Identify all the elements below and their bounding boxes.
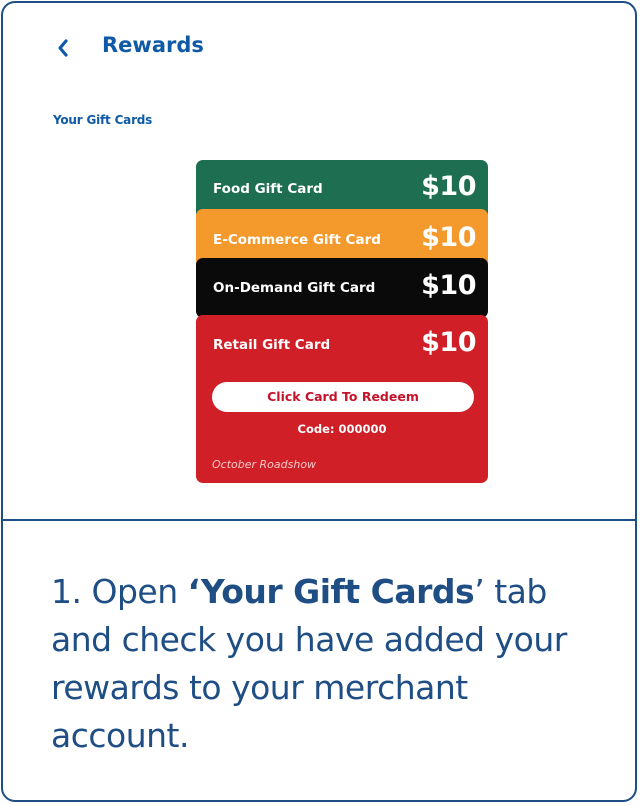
instruction-prefix: 1. Open	[51, 572, 188, 611]
card-name: Food Gift Card	[213, 181, 323, 197]
on-demand-gift-card[interactable]: On-Demand Gift Card $10	[196, 258, 488, 318]
card-name: On-Demand Gift Card	[213, 280, 376, 296]
section-divider	[3, 519, 635, 521]
quote-close: ’	[474, 572, 485, 611]
card-value: $10	[421, 171, 476, 202]
card-name: Retail Gift Card	[213, 337, 331, 353]
card-value: $10	[421, 222, 476, 253]
quote-open: ‘	[187, 572, 202, 611]
instruction-text: 1. Open ‘Your Gift Cards’ tab and check …	[51, 568, 611, 760]
card-value: $10	[421, 270, 476, 301]
redeem-button[interactable]: Click Card To Redeem	[212, 382, 474, 412]
app-header: Rewards	[3, 3, 635, 103]
instruction-highlight: Your Gift Cards	[200, 572, 475, 611]
card-name: E-Commerce Gift Card	[213, 232, 381, 248]
page-title: Rewards	[102, 33, 204, 57]
retail-gift-card[interactable]: Retail Gift Card $10 Click Card To Redee…	[196, 315, 488, 483]
campaign-label: October Roadshow	[212, 458, 317, 471]
redeem-code: Code: 000000	[297, 422, 387, 436]
chevron-left-icon[interactable]	[52, 33, 76, 63]
tutorial-frame: Rewards Your Gift Cards Food Gift Card $…	[1, 1, 637, 802]
card-value: $10	[421, 327, 476, 358]
gift-cards-section-label: Your Gift Cards	[53, 113, 153, 127]
